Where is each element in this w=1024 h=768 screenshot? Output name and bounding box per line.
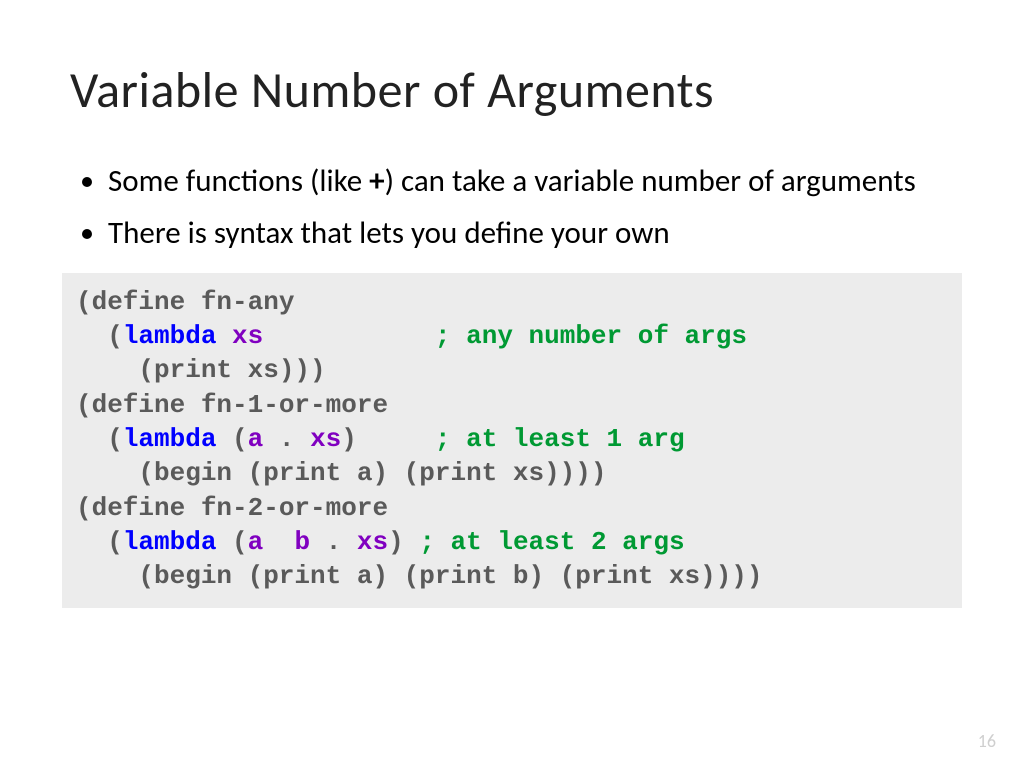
code-l5-lambda: lambda	[123, 424, 217, 454]
code-l9: (begin (print a) (print b) (print xs))))	[76, 561, 763, 591]
code-l8-cmt: ; at least 2 args	[419, 527, 684, 557]
code-l2-pad	[263, 321, 435, 351]
code-l8-b: b	[294, 527, 310, 557]
code-l8e: )	[388, 527, 419, 557]
bullet-1-pre: Some functions (like	[108, 162, 369, 200]
code-l2-xs: xs	[232, 321, 263, 351]
code-l3: (print xs)))	[76, 355, 326, 385]
code-l2a: (	[76, 321, 123, 351]
code-l5a: (	[76, 424, 123, 454]
code-l1: (define fn-any	[76, 287, 294, 317]
code-l8a: (	[76, 527, 123, 557]
code-l4: (define fn-1-or-more	[76, 390, 388, 420]
code-l7: (define fn-2-or-more	[76, 493, 388, 523]
code-l8-a: a	[248, 527, 264, 557]
code-l5d: )	[341, 424, 357, 454]
slide: Variable Number of Arguments Some functi…	[0, 0, 1024, 768]
code-l8-xs: xs	[357, 527, 388, 557]
code-l5-xs: xs	[310, 424, 341, 454]
bullet-list: Some functions (like +) can take a varia…	[70, 161, 954, 255]
code-l5-cmt: ; at least 1 arg	[435, 424, 685, 454]
code-l2b	[216, 321, 232, 351]
code-l8c	[263, 527, 294, 557]
code-l8d: .	[310, 527, 357, 557]
code-l8b: (	[216, 527, 247, 557]
code-l2-cmt: ; any number of args	[435, 321, 747, 351]
code-l6: (begin (print a) (print xs))))	[76, 458, 607, 488]
code-l8-lambda: lambda	[123, 527, 217, 557]
code-l5-a: a	[248, 424, 264, 454]
code-l2-lambda: lambda	[123, 321, 217, 351]
bullet-1-bold: +	[369, 162, 384, 200]
page-number: 16	[978, 730, 996, 752]
bullet-item-1: Some functions (like +) can take a varia…	[108, 161, 954, 203]
bullet-1-post: ) can take a variable number of argument…	[385, 162, 916, 200]
code-block: (define fn-any (lambda xs ; any number o…	[62, 273, 962, 608]
code-l5b: (	[216, 424, 247, 454]
bullet-item-2: There is syntax that lets you define you…	[108, 213, 954, 255]
slide-title: Variable Number of Arguments	[70, 60, 954, 121]
code-l5c: .	[263, 424, 310, 454]
code-l5-pad	[357, 424, 435, 454]
